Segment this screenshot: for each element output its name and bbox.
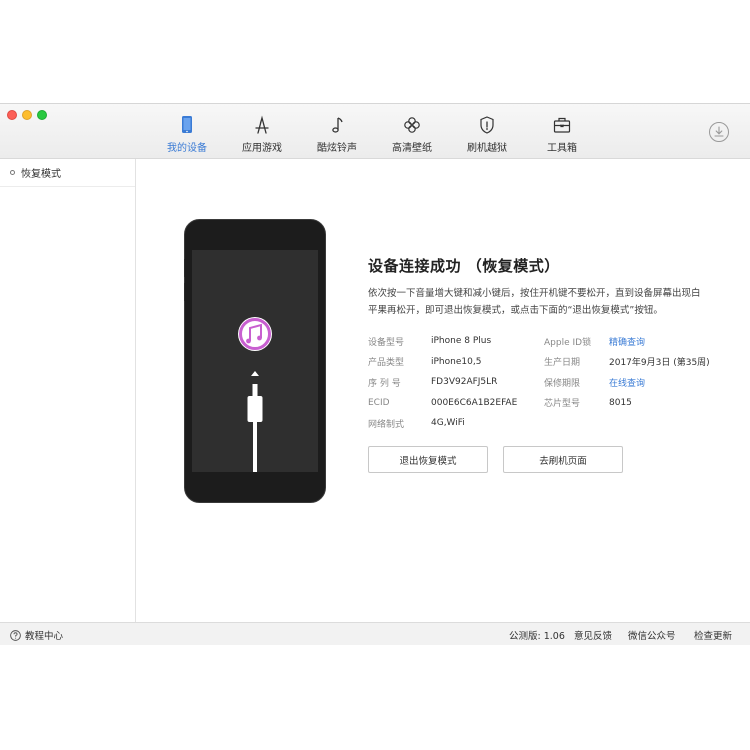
app-store-icon	[255, 115, 269, 134]
bullet-icon	[10, 170, 15, 175]
spec-label: 保修期限	[544, 378, 581, 389]
help-label: 教程中心	[25, 631, 64, 642]
flower-icon	[404, 117, 420, 133]
spec-row: 产品类型 iPhone10,5 生产日期 2017年9月3日 (第35周)	[368, 352, 738, 373]
spec-label: 芯片型号	[544, 399, 581, 410]
sidebar-item-recovery-mode[interactable]: 恢复模式	[0, 159, 135, 187]
tab-ringtones[interactable]: 酷炫铃声	[302, 114, 372, 156]
minimize-window-button[interactable]	[22, 110, 32, 120]
app-window: 我的设备 应用游戏 酷炫铃声 高清壁纸 刷机越狱 工具箱 恢复模式 设备连接成功…	[0, 103, 750, 645]
device-spec-table: 设备型号 iPhone 8 Plus Apple ID锁 精确查询 产品类型 i…	[368, 331, 738, 434]
tab-label: 应用游戏	[242, 143, 282, 154]
spec-label: 设备型号	[368, 337, 405, 348]
spec-value: iPhone 8 Plus	[431, 336, 492, 347]
spec-value: iPhone10,5	[431, 356, 482, 367]
itunes-icon	[238, 317, 272, 351]
tab-flash-jailbreak[interactable]: 刷机越狱	[452, 114, 522, 156]
feedback-link[interactable]: 意见反馈	[574, 628, 612, 642]
help-center-link[interactable]: 教程中心	[10, 628, 63, 642]
shield-icon	[480, 116, 494, 134]
download-icon[interactable]	[708, 121, 730, 143]
spec-label: Apple ID锁	[544, 337, 592, 348]
spec-label: 序 列 号	[368, 378, 401, 389]
check-update-link[interactable]: 检查更新	[694, 628, 732, 642]
tab-wallpapers[interactable]: 高清壁纸	[377, 114, 447, 156]
tab-label: 酷炫铃声	[317, 143, 357, 154]
spec-value: 8015	[609, 397, 632, 408]
spec-value: 2017年9月3日 (第35周)	[609, 358, 710, 369]
help-icon	[10, 629, 21, 641]
spec-label: 生产日期	[544, 358, 581, 369]
sidebar: 恢复模式	[0, 159, 136, 622]
toolbar: 我的设备 应用游戏 酷炫铃声 高清壁纸 刷机越狱 工具箱	[0, 104, 750, 159]
spec-label: 网络制式	[368, 419, 405, 430]
music-note-icon	[332, 117, 343, 133]
toolbox-icon	[553, 117, 571, 133]
phone-icon	[182, 116, 192, 133]
spec-row: ECID 000E6C6A1B2EFAE 芯片型号 8015	[368, 393, 738, 414]
go-flash-page-button[interactable]: 去刷机页面	[503, 446, 623, 473]
exit-recovery-button[interactable]: 退出恢复模式	[368, 446, 488, 473]
spec-label: ECID	[368, 397, 390, 408]
main-content: 设备连接成功 （恢复模式） 依次按一下音量增大键和减小键后，按住开机键不要松开，…	[136, 159, 750, 622]
spec-value: FD3V92AFJ5LR	[431, 377, 498, 388]
spec-row: 序 列 号 FD3V92AFJ5LR 保修期限 在线查询	[368, 372, 738, 393]
precise-query-link[interactable]: 精确查询	[609, 335, 645, 348]
tab-toolbox[interactable]: 工具箱	[527, 114, 597, 156]
status-bar: 教程中心 公测版: 1.06 意见反馈 微信公众号 检查更新	[0, 622, 750, 645]
phone-illustration	[184, 219, 326, 503]
tab-label: 刷机越狱	[467, 143, 507, 154]
spec-value: 000E6C6A1B2EFAE	[431, 397, 518, 408]
recovery-instructions: 依次按一下音量增大键和减小键后，按住开机键不要松开，直到设备屏幕出现白平果再松开…	[368, 288, 701, 316]
sidebar-item-label: 恢复模式	[21, 169, 61, 180]
close-window-button[interactable]	[7, 110, 17, 120]
spec-row: 网络制式 4G,WiFi	[368, 413, 738, 434]
tab-label: 工具箱	[547, 143, 577, 154]
zoom-window-button[interactable]	[37, 110, 47, 120]
wechat-link[interactable]: 微信公众号	[628, 628, 676, 642]
page-title: 设备连接成功 （恢复模式）	[368, 257, 560, 275]
spec-row: 设备型号 iPhone 8 Plus Apple ID锁 精确查询	[368, 331, 738, 352]
tab-my-device[interactable]: 我的设备	[152, 114, 222, 156]
version-label: 公测版: 1.06	[509, 631, 565, 642]
tab-label: 我的设备	[167, 143, 207, 154]
tab-apps-games[interactable]: 应用游戏	[227, 114, 297, 156]
spec-value: 4G,WiFi	[431, 418, 465, 429]
tab-label: 高清壁纸	[392, 143, 432, 154]
spec-label: 产品类型	[368, 358, 405, 369]
warranty-query-link[interactable]: 在线查询	[609, 376, 645, 389]
device-info-panel: 设备连接成功 （恢复模式） 依次按一下音量增大键和减小键后，按住开机键不要松开，…	[368, 255, 738, 434]
